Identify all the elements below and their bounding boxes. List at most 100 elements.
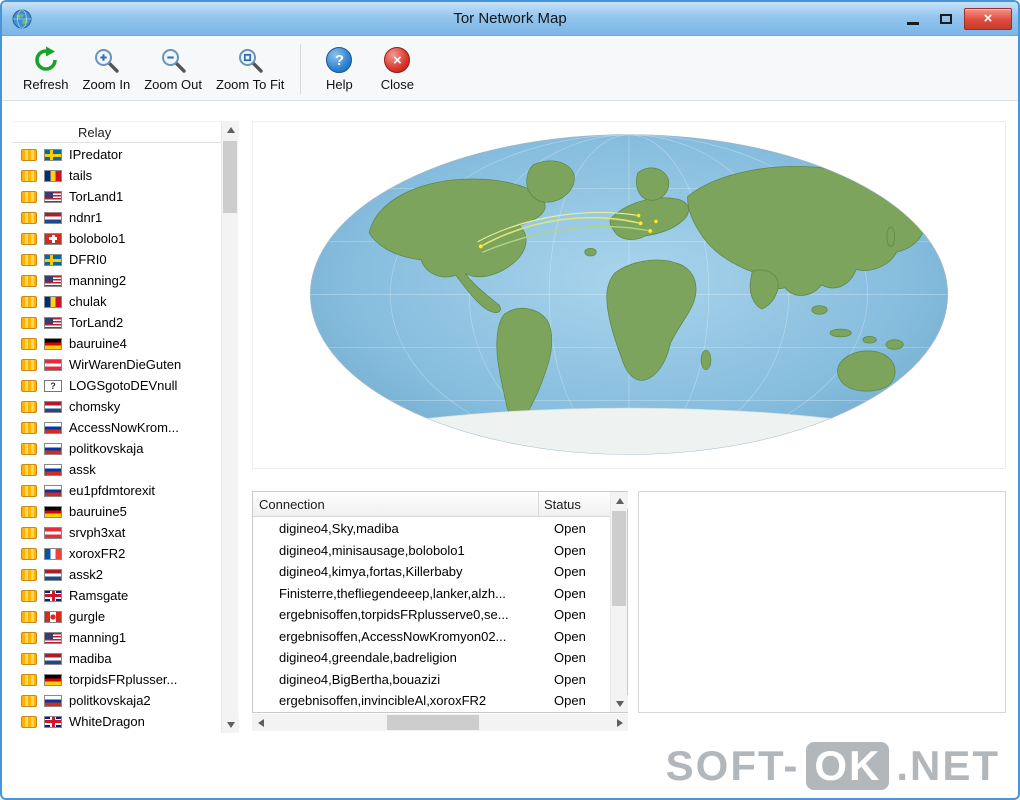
relay-list-item[interactable]: ndnr1 xyxy=(12,207,221,228)
minimize-button[interactable] xyxy=(898,8,928,29)
connection-list-item[interactable]: digineo4,kimya,fortas,KillerbabyOpen xyxy=(253,561,610,583)
relay-list-item[interactable]: TorLand1 xyxy=(12,186,221,207)
scroll-down-icon[interactable] xyxy=(611,695,628,712)
horizontal-scroll-track[interactable] xyxy=(269,714,611,731)
flag-icon-se xyxy=(44,254,62,266)
connection-scrollbar[interactable] xyxy=(610,492,627,712)
relay-list-item[interactable]: chomsky xyxy=(12,396,221,417)
flag-icon-nl xyxy=(44,212,62,224)
window-titlebar[interactable]: Tor Network Map × xyxy=(2,2,1018,36)
flag-icon-ru xyxy=(44,695,62,707)
relay-list-item[interactable]: manning1 xyxy=(12,627,221,648)
connection-list-item[interactable]: ergebnisoffen,invincibleAl,xoroxFR2Open xyxy=(253,690,610,712)
relay-list-item[interactable]: politkovskaja2 xyxy=(12,690,221,711)
relay-scroll-thumb[interactable] xyxy=(223,141,237,213)
relay-list-item[interactable]: DFRI0 xyxy=(12,249,221,270)
relay-status-icon xyxy=(21,527,37,539)
relay-list-item[interactable]: bolobolo1 xyxy=(12,228,221,249)
zoom-out-button[interactable]: Zoom Out xyxy=(137,42,209,94)
relay-list-item[interactable]: assk2 xyxy=(12,564,221,585)
relay-name: tails xyxy=(69,168,92,183)
scroll-down-icon[interactable] xyxy=(222,716,239,733)
connection-list-item[interactable]: ergebnisoffen,AccessNowKromyon02...Open xyxy=(253,626,610,648)
relay-scrollbar[interactable] xyxy=(221,121,238,733)
relay-list-item[interactable]: gurgle xyxy=(12,606,221,627)
relay-status-icon xyxy=(21,254,37,266)
zoom-in-button[interactable]: Zoom In xyxy=(76,42,138,94)
relay-list-item[interactable]: AccessNowKrom... xyxy=(12,417,221,438)
watermark-prefix: SOFT- xyxy=(666,742,800,790)
relay-list-item[interactable]: tails xyxy=(12,165,221,186)
connection-list-item[interactable]: ergebnisoffen,torpidsFRplusserve0,se...O… xyxy=(253,604,610,626)
relay-list-item[interactable]: xoroxFR2 xyxy=(12,543,221,564)
scroll-up-icon[interactable] xyxy=(222,121,239,138)
connection-list-item[interactable]: digineo4,BigBertha,bouaziziOpen xyxy=(253,669,610,691)
relay-status-icon xyxy=(21,464,37,476)
scroll-up-icon[interactable] xyxy=(611,492,628,509)
close-window-button[interactable]: × xyxy=(964,8,1012,30)
connection-status: Open xyxy=(550,672,610,687)
relay-list-item[interactable]: srvph3xat xyxy=(12,522,221,543)
connection-status: Open xyxy=(550,607,610,622)
scroll-right-icon[interactable] xyxy=(611,714,628,731)
status-column-header[interactable]: Status xyxy=(538,492,610,516)
relay-list-item[interactable]: WhiteDragon xyxy=(12,711,221,732)
connection-list-item[interactable]: Finisterre,thefliegendeeep,lanker,alzh..… xyxy=(253,583,610,605)
relay-name: WirWarenDieGuten xyxy=(69,357,181,372)
relay-status-icon xyxy=(21,317,37,329)
relay-list-item[interactable]: eu1pfdmtorexit xyxy=(12,480,221,501)
horizontal-scroll-thumb[interactable] xyxy=(387,715,479,730)
relay-status-icon xyxy=(21,191,37,203)
connection-path: ergebnisoffen,AccessNowKromyon02... xyxy=(253,629,550,644)
connection-scroll-track[interactable] xyxy=(611,509,627,695)
relay-list-item[interactable]: Ramsgate xyxy=(12,585,221,606)
window-controls: × xyxy=(898,8,1012,30)
connection-list-item[interactable]: digineo4,greendale,badreligionOpen xyxy=(253,647,610,669)
relay-list-item[interactable]: madiba xyxy=(12,648,221,669)
relay-list-item[interactable]: politkovskaja xyxy=(12,438,221,459)
relay-name: srvph3xat xyxy=(69,525,125,540)
relay-name: AccessNowKrom... xyxy=(69,420,179,435)
zoom-to-fit-button[interactable]: Zoom To Fit xyxy=(209,42,291,94)
refresh-button[interactable]: Refresh xyxy=(16,42,76,94)
connection-path: ergebnisoffen,torpidsFRplusserve0,se... xyxy=(253,607,550,622)
relay-list-item[interactable]: bauruine5 xyxy=(12,501,221,522)
close-button[interactable]: × Close xyxy=(368,42,426,94)
relay-list-item[interactable]: WirWarenDieGuten xyxy=(12,354,221,375)
relay-name: TorLand1 xyxy=(69,189,123,204)
relay-scroll-track[interactable] xyxy=(222,138,238,716)
toolbar-separator xyxy=(300,44,301,94)
relay-list-item[interactable]: bauruine4 xyxy=(12,333,221,354)
connection-path: digineo4,Sky,madiba xyxy=(253,521,550,536)
scroll-left-icon[interactable] xyxy=(252,714,269,731)
relay-status-icon xyxy=(21,380,37,392)
zoom-out-icon xyxy=(159,44,187,76)
relay-column-header[interactable]: Relay xyxy=(12,121,221,143)
connection-column-header[interactable]: Connection xyxy=(253,497,538,512)
horizontal-scrollbar[interactable] xyxy=(252,714,628,731)
relay-list-item[interactable]: TorLand2 xyxy=(12,312,221,333)
relay-list-item[interactable]: assk xyxy=(12,459,221,480)
relay-list-item[interactable]: LOGSgotoDEVnull xyxy=(12,375,221,396)
watermark: SOFT- OK .NET xyxy=(666,742,1000,790)
map-panel[interactable] xyxy=(252,121,1006,469)
relay-name: WhiteDragon xyxy=(69,714,145,729)
relay-status-icon xyxy=(21,401,37,413)
relay-list-item[interactable]: IPredator xyxy=(12,144,221,165)
relay-list-item[interactable]: torpidsFRplusser... xyxy=(12,669,221,690)
relay-list-item[interactable]: chulak xyxy=(12,291,221,312)
relay-status-icon xyxy=(21,275,37,287)
maximize-icon xyxy=(940,14,952,24)
flag-icon-at xyxy=(44,359,62,371)
relay-name: gurgle xyxy=(69,609,105,624)
relay-status-icon xyxy=(21,590,37,602)
maximize-button[interactable] xyxy=(931,8,961,29)
connection-status: Open xyxy=(550,650,610,665)
connection-scroll-thumb[interactable] xyxy=(612,511,626,606)
close-label: Close xyxy=(381,77,414,92)
relay-status-icon xyxy=(21,548,37,560)
relay-list-item[interactable]: manning2 xyxy=(12,270,221,291)
connection-list-item[interactable]: digineo4,minisausage,bolobolo1Open xyxy=(253,540,610,562)
help-button[interactable]: ? Help xyxy=(310,42,368,94)
connection-list-item[interactable]: digineo4,Sky,madibaOpen xyxy=(253,518,610,540)
